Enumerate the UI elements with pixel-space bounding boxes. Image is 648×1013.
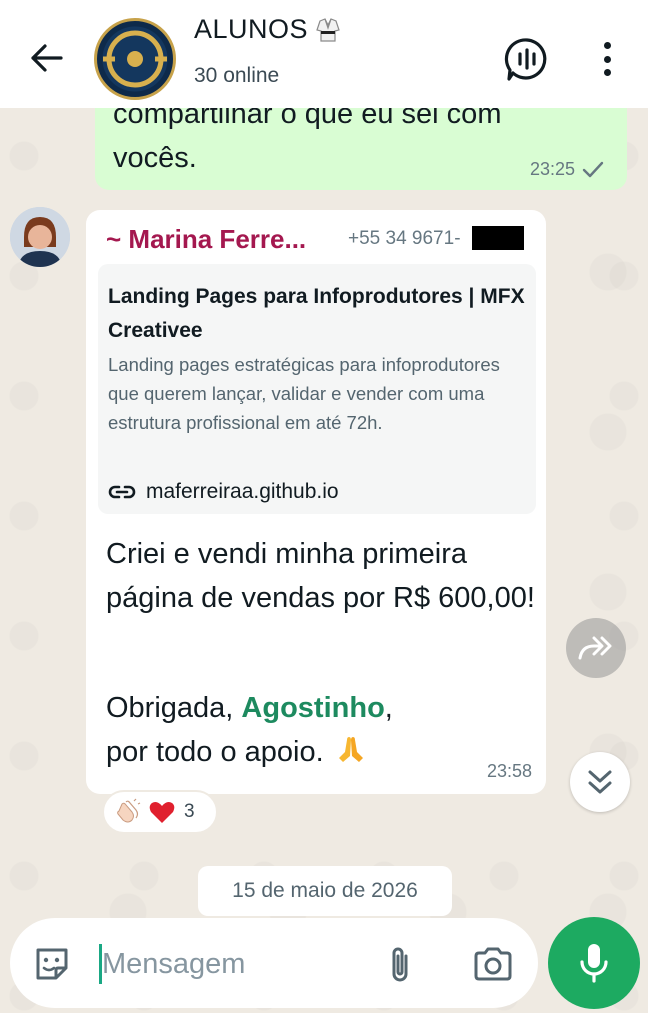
target-logo-icon	[103, 30, 167, 88]
scroll-to-bottom-button[interactable]	[570, 752, 630, 812]
online-status: 30 online	[194, 64, 280, 87]
chat-header: ALUNOS 30 online	[0, 0, 648, 108]
forward-icon	[578, 636, 612, 660]
double-chevron-down-icon	[588, 770, 612, 794]
group-call-button[interactable]	[504, 36, 550, 82]
message-input[interactable]	[102, 940, 362, 988]
reaction-count: 3	[184, 801, 195, 822]
reactions-pill[interactable]: 3	[102, 790, 218, 834]
message-time: 23:25	[529, 159, 575, 179]
link-icon	[108, 485, 136, 499]
paperclip-icon[interactable]	[384, 944, 418, 986]
microphone-button[interactable]	[548, 917, 640, 1009]
sender-name[interactable]: ~ Marina Ferre...	[106, 224, 306, 255]
group-name: ALUNOS	[194, 14, 309, 44]
message-time: 23:58	[486, 761, 532, 781]
redaction-box	[472, 226, 524, 250]
more-vertical-icon[interactable]	[594, 38, 620, 80]
group-call-icon	[504, 38, 547, 81]
arrow-left-icon	[31, 44, 63, 72]
message-paragraph-1: Criei e vendi minha primeira página de v…	[106, 538, 535, 614]
group-avatar[interactable]	[94, 18, 176, 100]
microphone-icon	[580, 944, 608, 983]
link-preview-description: Landing pages estratégicas para infoprod…	[108, 354, 500, 433]
single-check-icon	[582, 161, 604, 178]
link-preview-url-row[interactable]: maferreiraa.github.io	[108, 480, 339, 504]
clapping-hands-icon	[117, 798, 141, 823]
camera-icon[interactable]	[472, 944, 514, 984]
person-photo-icon	[10, 207, 70, 267]
group-title[interactable]: ALUNOS	[194, 14, 342, 45]
sender-phone: +55 34 9671-	[348, 228, 461, 249]
red-heart-icon	[149, 802, 175, 823]
date-separator: 15 de maio de 2026	[198, 866, 452, 916]
folded-hands-icon	[338, 737, 363, 762]
mention-link[interactable]: Agostinho	[241, 692, 384, 724]
link-preview-url: maferreiraa.github.io	[146, 480, 339, 503]
forward-button[interactable]	[566, 618, 626, 678]
link-preview-card[interactable]: Landing Pages para Infoprodutores | MFX …	[98, 264, 536, 514]
back-button[interactable]	[24, 38, 68, 78]
incoming-message-bubble[interactable]: ~ Marina Ferre... +55 34 9671- Landing P…	[86, 210, 546, 794]
link-preview-title: Landing Pages para Infoprodutores | MFX …	[108, 285, 525, 342]
message-paragraph-2: Obrigada, Agostinho, por todo o apoio.	[106, 692, 393, 768]
message-composer	[10, 918, 538, 1008]
martial-arts-uniform-icon	[316, 17, 340, 42]
sender-avatar[interactable]	[10, 207, 70, 267]
sticker-icon[interactable]	[32, 944, 72, 984]
